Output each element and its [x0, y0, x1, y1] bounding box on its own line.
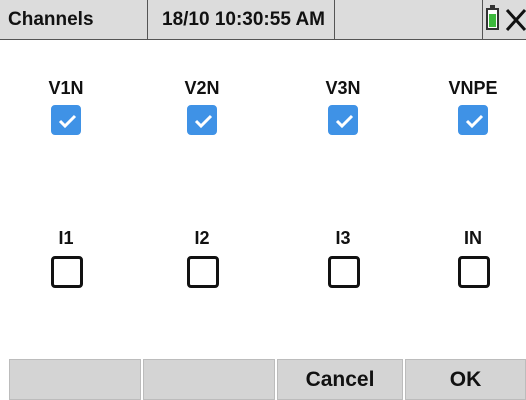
- checkmark-icon: [335, 114, 354, 129]
- channel-label-in: IN: [464, 228, 482, 248]
- checkbox-i2[interactable]: [187, 256, 219, 288]
- channel-label-v1n: V1N: [48, 78, 84, 98]
- channel-label-i1: I1: [58, 228, 74, 248]
- header-bar: Channels 18/10 10:30:55 AM: [0, 0, 526, 40]
- checkmark-icon: [58, 114, 77, 129]
- channel-label-vnpe: VNPE: [448, 78, 498, 98]
- checkbox-i3[interactable]: [328, 256, 360, 288]
- channel-label-v2n: V2N: [184, 78, 220, 98]
- footer-button-2[interactable]: [143, 359, 275, 400]
- battery-icon: [486, 5, 499, 30]
- channel-label-i3: I3: [335, 228, 351, 248]
- cancel-button[interactable]: Cancel: [277, 359, 403, 400]
- footer-button-1[interactable]: [9, 359, 141, 400]
- checkbox-i1[interactable]: [51, 256, 83, 288]
- checkmark-icon: [465, 114, 484, 129]
- checkbox-in[interactable]: [458, 256, 490, 288]
- channels-screen: Channels 18/10 10:30:55 AM V1N V2N V3N V…: [0, 0, 526, 400]
- checkbox-v1n[interactable]: [51, 105, 81, 135]
- header-blank-cell: [335, 0, 483, 40]
- datetime-display: 18/10 10:30:55 AM: [148, 0, 335, 40]
- channel-label-v3n: V3N: [325, 78, 361, 98]
- checkbox-v2n[interactable]: [187, 105, 217, 135]
- channel-label-i2: I2: [194, 228, 210, 248]
- checkbox-vnpe[interactable]: [458, 105, 488, 135]
- page-title: Channels: [0, 0, 148, 40]
- footer-bar: Cancel OK: [0, 359, 526, 400]
- close-icon[interactable]: [504, 6, 526, 34]
- ok-button[interactable]: OK: [405, 359, 526, 400]
- battery-level: [489, 14, 496, 27]
- checkbox-v3n[interactable]: [328, 105, 358, 135]
- checkmark-icon: [194, 114, 213, 129]
